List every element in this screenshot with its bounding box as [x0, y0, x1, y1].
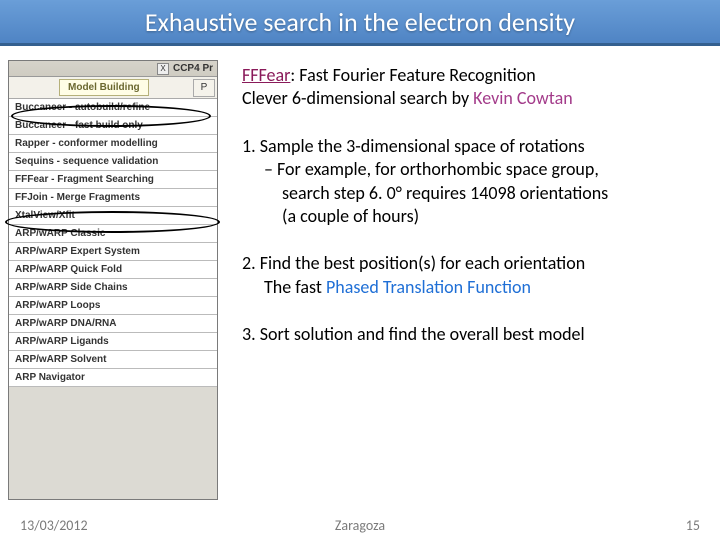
list-item[interactable]: ARP/wARP DNA/RNA [9, 315, 217, 333]
tab-model-building[interactable]: Model Building [59, 79, 149, 96]
list-item[interactable]: ARP/wARP Expert System [9, 243, 217, 261]
author-name: Kevin Cowtan [473, 87, 573, 109]
point-1: 1. Sample the 3-dimensional space of rot… [242, 135, 700, 229]
list-item[interactable]: ARP/wARP Solvent [9, 351, 217, 369]
pt1-sub2: search step 6. 0° requires 14098 orienta… [242, 182, 700, 205]
panel-list: Buccaneer - autobuild/refine Buccaneer -… [9, 99, 217, 387]
pt1-head: 1. Sample the 3-dimensional space of rot… [242, 135, 700, 158]
list-item[interactable]: FFJoin - Merge Fragments [9, 189, 217, 207]
fffear-label: FFFear [242, 64, 290, 86]
list-item[interactable]: FFFear - Fragment Searching [9, 171, 217, 189]
panel-tabstrip: Model Building P [9, 77, 217, 99]
list-item[interactable]: Buccaneer - fast build only [9, 117, 217, 135]
tab-right-stub[interactable]: P [193, 79, 215, 97]
intro-block: FFFear: Fast Fourier Feature Recognition… [242, 64, 700, 111]
slide-content: FFFear: Fast Fourier Feature Recognition… [218, 60, 720, 500]
list-item[interactable]: Rapper - conformer modelling [9, 135, 217, 153]
pt2-sub-a: The fast [264, 276, 326, 298]
list-item[interactable]: Buccaneer - autobuild/refine [9, 99, 217, 117]
ccp4-panel: X CCP4 Pr Model Building P Buccaneer - a… [8, 60, 218, 500]
list-item[interactable]: ARP/wARP Side Chains [9, 279, 217, 297]
intro-line2a: Clever 6-dimensional search by [242, 87, 473, 109]
pt3-head: 3. Sort solution and find the overall be… [242, 323, 700, 346]
list-item[interactable]: Sequins - sequence validation [9, 153, 217, 171]
slide-footer: 13/03/2012 Zaragoza 15 [0, 517, 720, 534]
list-item[interactable]: XtalView/Xfit [9, 207, 217, 225]
point-2: 2. Find the best position(s) for each or… [242, 252, 700, 299]
list-item[interactable]: ARP/wARP Quick Fold [9, 261, 217, 279]
intro-rest: : Fast Fourier Feature Recognition [290, 64, 535, 86]
slide-title: Exhaustive search in the electron densit… [145, 6, 575, 38]
slide-title-bar: Exhaustive search in the electron densit… [0, 0, 720, 46]
footer-place: Zaragoza [0, 517, 720, 534]
panel-window-label: CCP4 Pr [173, 63, 213, 74]
pt1-sub3: (a couple of hours) [242, 205, 700, 228]
close-icon[interactable]: X [157, 63, 169, 75]
list-item[interactable]: ARP Navigator [9, 369, 217, 387]
list-item[interactable]: ARP/wARP Classic [9, 225, 217, 243]
phased-translation-link[interactable]: Phased Translation Function [326, 276, 531, 298]
pt1-sub1: – For example, for orthorhombic space gr… [242, 158, 700, 181]
list-item[interactable]: ARP/wARP Loops [9, 297, 217, 315]
point-3: 3. Sort solution and find the overall be… [242, 323, 700, 346]
list-item[interactable]: ARP/wARP Ligands [9, 333, 217, 351]
pt2-head: 2. Find the best position(s) for each or… [242, 252, 700, 275]
panel-window-bar: X CCP4 Pr [9, 61, 217, 77]
